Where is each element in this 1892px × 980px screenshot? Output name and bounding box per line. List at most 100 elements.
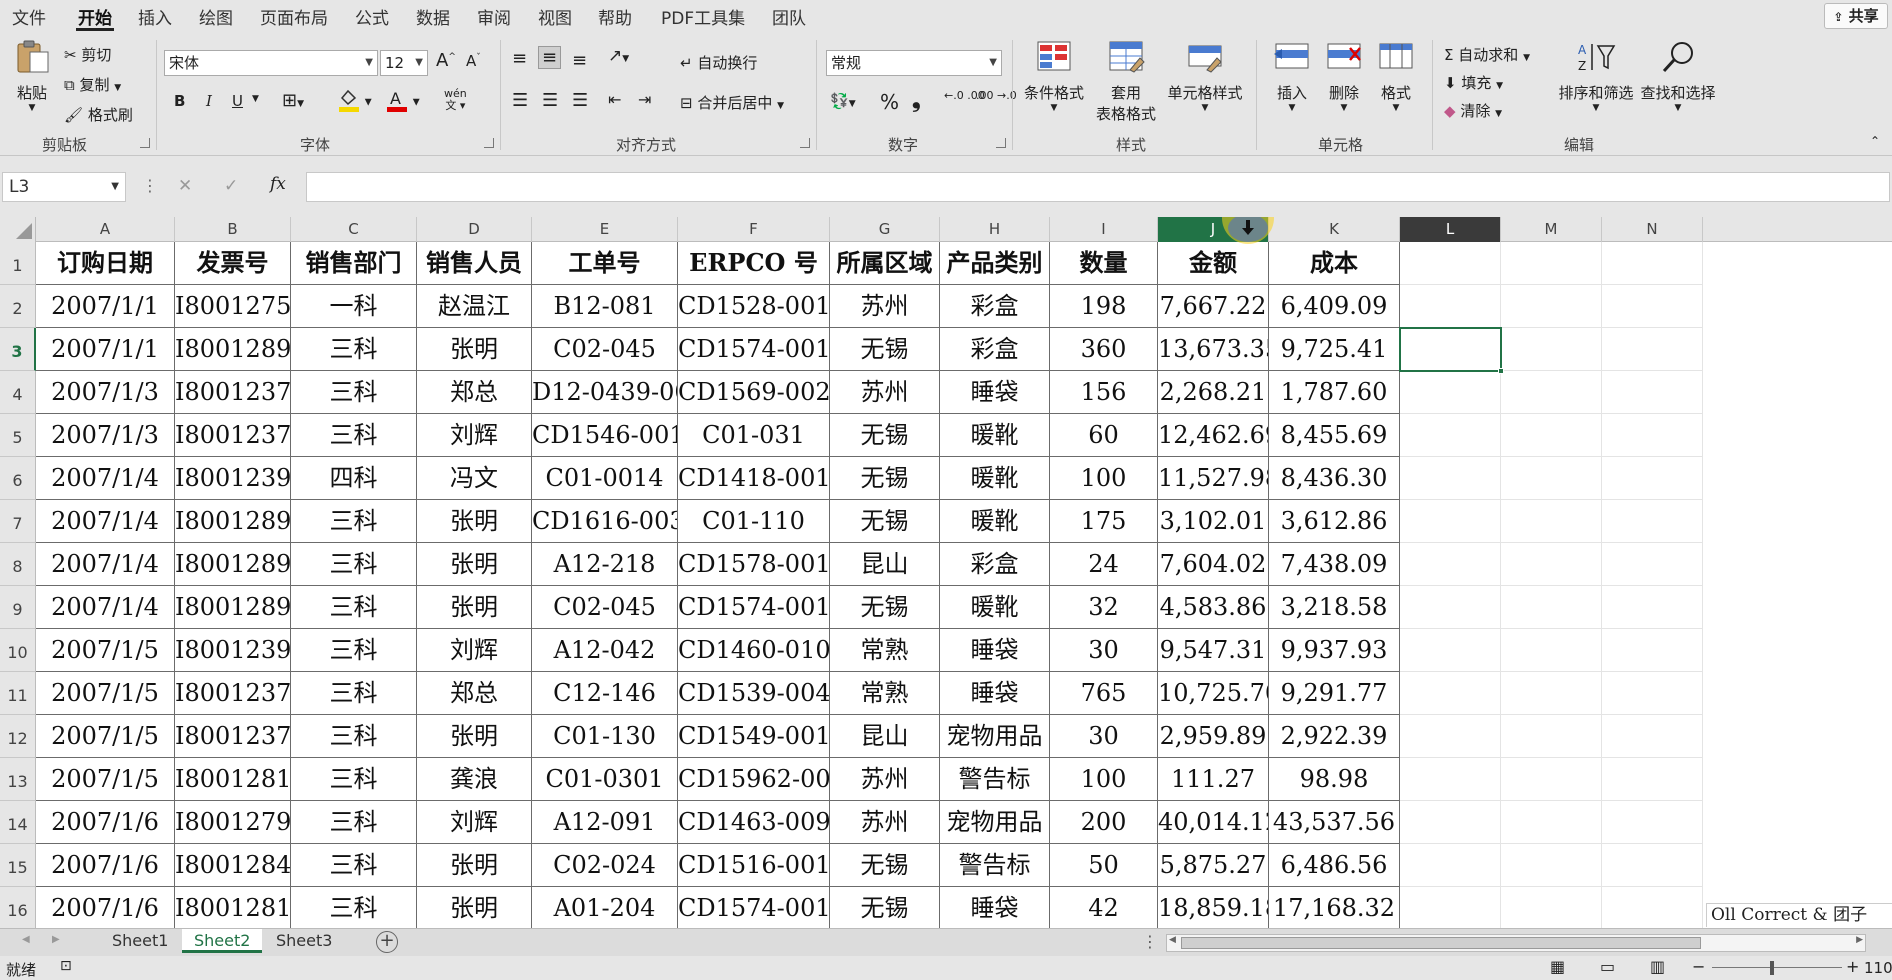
empty-cell[interactable]	[1602, 414, 1703, 457]
sort-filter-button[interactable]: A Z 排序和筛选 ▼	[1556, 40, 1636, 113]
cancel-entry-icon[interactable]: ✕	[178, 176, 192, 196]
table-cell[interactable]: 42	[1050, 887, 1158, 928]
alignment-launcher-icon[interactable]	[800, 138, 810, 148]
row-header-16[interactable]: 16	[0, 887, 36, 928]
empty-cell[interactable]	[1400, 887, 1501, 928]
table-cell[interactable]: 三科	[291, 586, 417, 629]
collapse-ribbon-icon[interactable]: ⌃	[1870, 134, 1880, 148]
table-header-cell[interactable]: ERPCO 号	[678, 242, 830, 285]
table-cell[interactable]: 5,875.27	[1158, 844, 1269, 887]
table-cell[interactable]: 常熟	[830, 629, 940, 672]
table-header-cell[interactable]: 金额	[1158, 242, 1269, 285]
macro-record-icon[interactable]: ⊡	[60, 958, 72, 974]
table-cell[interactable]: CD1528-001	[678, 285, 830, 328]
decrease-decimal-button[interactable]: .00 →.0	[976, 90, 1017, 102]
table-cell[interactable]: 17,168.32	[1269, 887, 1400, 928]
table-cell[interactable]: I80012391	[175, 629, 291, 672]
table-cell[interactable]: 9,547.31	[1158, 629, 1269, 672]
row-header-12[interactable]: 12	[0, 715, 36, 758]
row-header-2[interactable]: 2	[0, 285, 36, 328]
empty-cell[interactable]	[1400, 801, 1501, 844]
table-cell[interactable]: 200	[1050, 801, 1158, 844]
table-cell[interactable]: 765	[1050, 672, 1158, 715]
table-cell[interactable]: 60	[1050, 414, 1158, 457]
empty-cell[interactable]	[1602, 371, 1703, 414]
table-cell[interactable]: 2007/1/4	[36, 586, 175, 629]
table-cell[interactable]: C01-0014	[532, 457, 678, 500]
table-cell[interactable]: 2007/1/5	[36, 715, 175, 758]
table-cell[interactable]: 30	[1050, 629, 1158, 672]
table-cell[interactable]: 2007/1/6	[36, 887, 175, 928]
align-center-button[interactable]: ☰	[542, 90, 558, 111]
empty-cell[interactable]	[1400, 500, 1501, 543]
table-cell[interactable]: 张明	[417, 715, 532, 758]
column-header-k[interactable]: K	[1269, 217, 1400, 242]
table-cell[interactable]: I80012899	[175, 543, 291, 586]
empty-cell[interactable]	[1501, 844, 1602, 887]
table-cell[interactable]: 无锡	[830, 586, 940, 629]
column-header-f[interactable]: F	[678, 217, 830, 242]
percent-button[interactable]: %	[880, 90, 899, 114]
scroll-left-icon[interactable]: ◀	[1169, 935, 1176, 945]
empty-cell[interactable]	[1501, 414, 1602, 457]
format-cells-button[interactable]: 格式 ▼	[1370, 40, 1422, 113]
table-cell[interactable]: 刘辉	[417, 629, 532, 672]
column-header-a[interactable]: A	[36, 217, 175, 242]
table-cell[interactable]: CD1418-001	[678, 457, 830, 500]
table-cell[interactable]: C01-110	[678, 500, 830, 543]
table-header-cell[interactable]: 数量	[1050, 242, 1158, 285]
menu-page-layout[interactable]: 页面布局	[260, 4, 328, 29]
empty-cell[interactable]	[1501, 801, 1602, 844]
increase-indent-button[interactable]: ⇥	[638, 90, 651, 109]
table-cell[interactable]: CD1578-001	[678, 543, 830, 586]
decrease-indent-button[interactable]: ⇤	[608, 90, 621, 109]
table-cell[interactable]: 30	[1050, 715, 1158, 758]
table-cell[interactable]: 2007/1/1	[36, 285, 175, 328]
table-cell[interactable]: C12-146	[532, 672, 678, 715]
table-cell[interactable]: 睡袋	[940, 887, 1050, 928]
empty-cell[interactable]	[1400, 758, 1501, 801]
table-cell[interactable]: 苏州	[830, 801, 940, 844]
fill-handle[interactable]	[1498, 368, 1504, 374]
table-cell[interactable]: CD1463-009	[678, 801, 830, 844]
fill-color-button[interactable]: ▼	[338, 88, 372, 112]
table-cell[interactable]: I80012810	[175, 758, 291, 801]
borders-button[interactable]: ⊞▼	[282, 90, 304, 111]
table-cell[interactable]: CD15962-006	[678, 758, 830, 801]
scroll-right-icon[interactable]: ▶	[1856, 935, 1863, 945]
empty-cell[interactable]	[1501, 887, 1602, 928]
find-select-button[interactable]: 查找和选择 ▼	[1638, 40, 1718, 113]
empty-cell[interactable]	[1400, 543, 1501, 586]
menu-formulas[interactable]: 公式	[355, 4, 389, 29]
menu-team[interactable]: 团队	[772, 4, 806, 29]
empty-cell[interactable]	[1501, 758, 1602, 801]
font-launcher-icon[interactable]	[484, 138, 494, 148]
table-cell[interactable]: CD1574-001	[678, 586, 830, 629]
table-cell[interactable]: 9,937.93	[1269, 629, 1400, 672]
bold-button[interactable]: B	[174, 92, 185, 110]
zoom-in-button[interactable]: +	[1846, 957, 1859, 976]
table-cell[interactable]: A12-218	[532, 543, 678, 586]
table-cell[interactable]: 宠物用品	[940, 715, 1050, 758]
menu-home[interactable]: 开始	[78, 4, 112, 29]
copy-button[interactable]: ⧉ 复制 ▼	[64, 74, 121, 95]
table-cell[interactable]: 郑总	[417, 672, 532, 715]
format-as-table-button[interactable]: 套用 表格格式	[1090, 40, 1162, 124]
table-cell[interactable]: C01-130	[532, 715, 678, 758]
row-header-7[interactable]: 7	[0, 500, 36, 543]
empty-cell[interactable]	[1602, 285, 1703, 328]
merge-center-button[interactable]: ⊟ 合并后居中 ▼	[680, 92, 784, 113]
empty-cell[interactable]	[1602, 758, 1703, 801]
empty-cell[interactable]	[1501, 715, 1602, 758]
next-sheet-icon[interactable]: ▶	[52, 934, 60, 945]
horizontal-scrollbar[interactable]: ◀ ▶	[1166, 934, 1866, 952]
table-cell[interactable]: 冯文	[417, 457, 532, 500]
table-cell[interactable]: 2007/1/3	[36, 371, 175, 414]
table-cell[interactable]: 睡袋	[940, 629, 1050, 672]
table-header-cell[interactable]: 销售人员	[417, 242, 532, 285]
table-cell[interactable]: 张明	[417, 586, 532, 629]
row-header-15[interactable]: 15	[0, 844, 36, 887]
column-header-m[interactable]: M	[1501, 217, 1602, 242]
table-header-cell[interactable]: 产品类别	[940, 242, 1050, 285]
column-header-c[interactable]: C	[291, 217, 417, 242]
